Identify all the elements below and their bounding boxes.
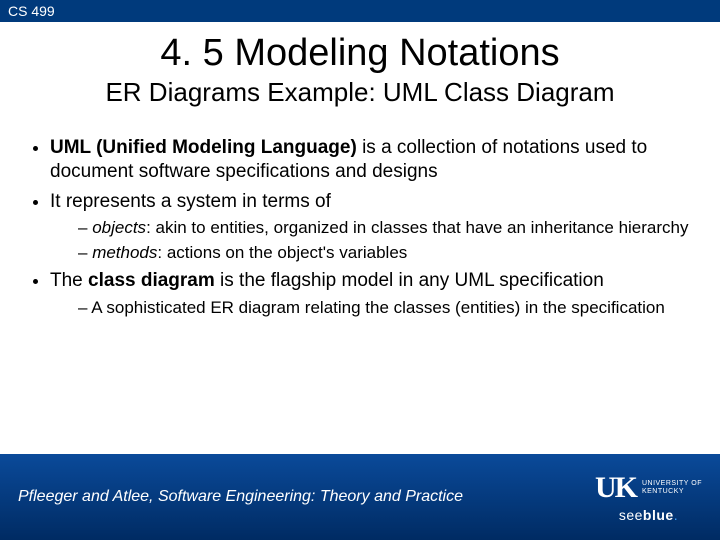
tagline-blue: blue: [643, 507, 674, 523]
bullet-list: UML (Unified Modeling Language) is a col…: [20, 136, 700, 318]
logo-line2: KENTUCKY: [642, 488, 684, 495]
slide-title: 4. 5 Modeling Notations: [0, 32, 720, 75]
logo-line1: UNIVERSITY OF: [642, 480, 702, 487]
bullet-text: It represents a system in terms of: [50, 191, 331, 212]
tagline-dot: .: [674, 507, 678, 523]
university-logo: UK UNIVERSITY OF KENTUCKY seeblue.: [595, 471, 702, 523]
bullet-text: is the flagship model in any UML specifi…: [215, 270, 604, 291]
sub-bullet-list: objects: akin to entities, organized in …: [50, 217, 700, 263]
course-code: CS 499: [8, 3, 55, 19]
sub-bullet-text: : akin to entities, organized in classes…: [146, 218, 688, 237]
slide-body: UML (Unified Modeling Language) is a col…: [0, 108, 720, 454]
sub-bullet-item: methods: actions on the object's variabl…: [78, 242, 700, 263]
sub-bullet-em: methods: [92, 243, 157, 262]
logo-row: UK UNIVERSITY OF KENTUCKY: [595, 471, 702, 505]
sub-bullet-text: A sophisticated ER diagram relating the …: [91, 298, 665, 317]
course-bar: CS 499: [0, 0, 720, 22]
bullet-bold: class diagram: [88, 270, 215, 291]
tagline: seeblue.: [619, 507, 678, 523]
logo-text: UNIVERSITY OF KENTUCKY: [642, 480, 702, 495]
sub-bullet-em: objects: [92, 218, 146, 237]
sub-bullet-list: A sophisticated ER diagram relating the …: [50, 297, 700, 318]
logo-mark: UK: [595, 471, 636, 505]
bullet-item: UML (Unified Modeling Language) is a col…: [50, 136, 700, 184]
bullet-item: The class diagram is the flagship model …: [50, 269, 700, 318]
slide-subtitle: ER Diagrams Example: UML Class Diagram: [0, 77, 720, 108]
bullet-text: The: [50, 270, 88, 291]
sub-bullet-item: A sophisticated ER diagram relating the …: [78, 297, 700, 318]
bullet-bold: UML (Unified Modeling Language): [50, 137, 357, 158]
bullet-item: It represents a system in terms of objec…: [50, 190, 700, 263]
tagline-see: see: [619, 507, 643, 523]
footer-credit: Pfleeger and Atlee, Software Engineering…: [18, 488, 463, 506]
sub-bullet-text: : actions on the object's variables: [157, 243, 407, 262]
slide: CS 499 4. 5 Modeling Notations ER Diagra…: [0, 0, 720, 540]
footer-bar: Pfleeger and Atlee, Software Engineering…: [0, 454, 720, 540]
sub-bullet-item: objects: akin to entities, organized in …: [78, 217, 700, 238]
